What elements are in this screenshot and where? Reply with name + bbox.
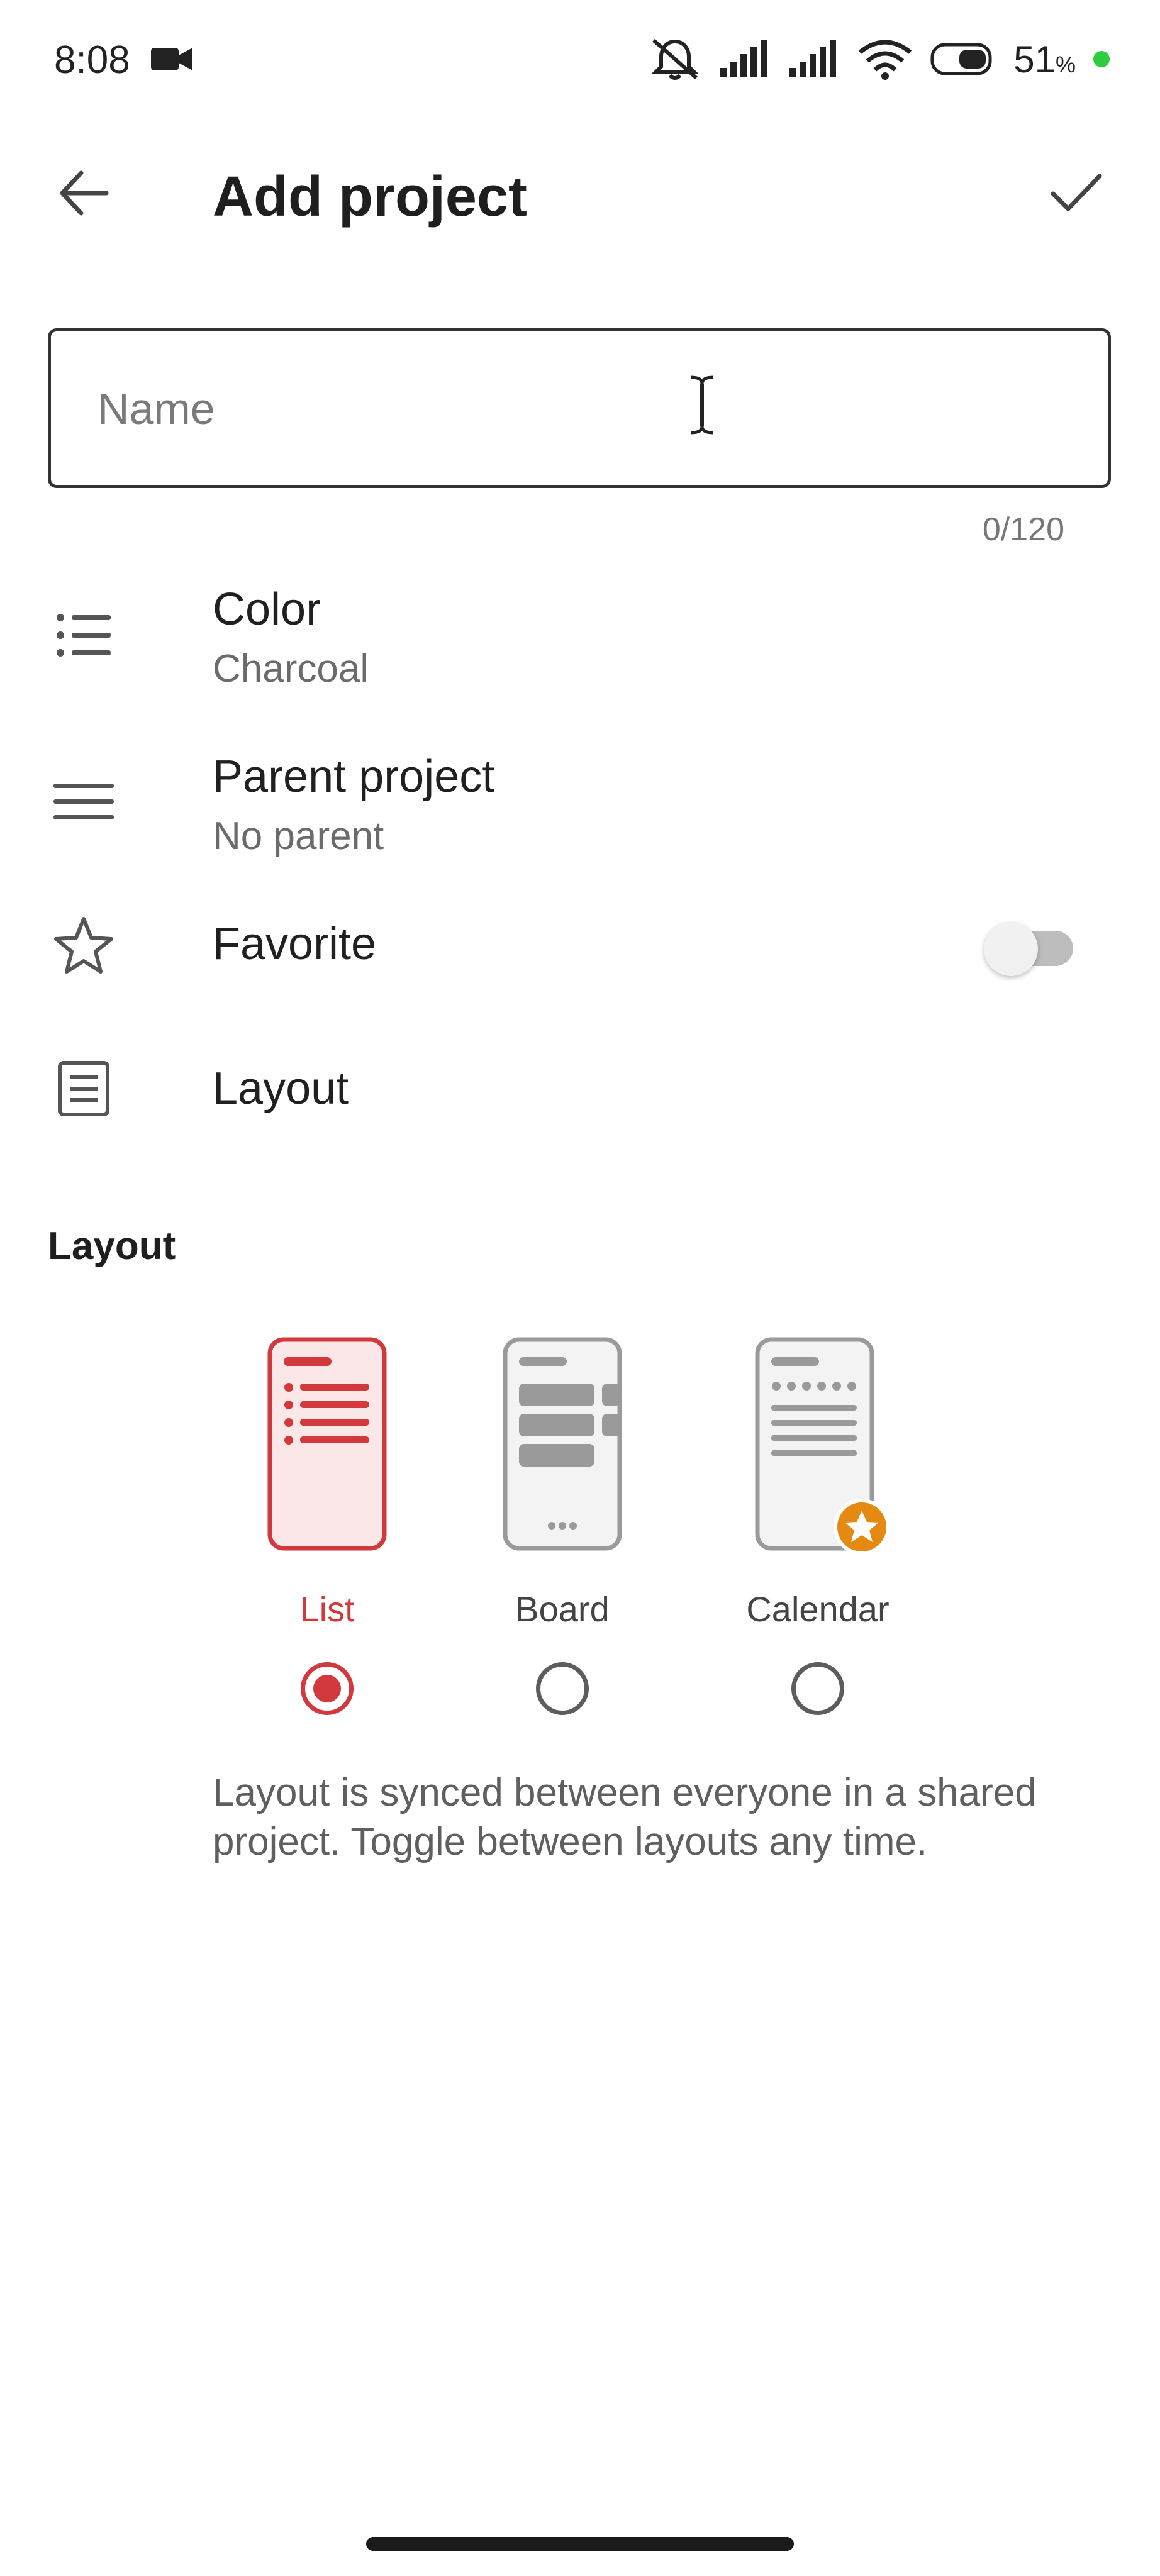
- layout-row[interactable]: [0, 1038, 1160, 1138]
- char-count: 0/120: [982, 511, 1064, 548]
- battery-icon: [930, 43, 992, 75]
- radio-calendar[interactable]: [791, 1662, 844, 1715]
- board-layout-icon: [503, 1337, 622, 1551]
- color-title: Color: [213, 584, 321, 635]
- status-time: 8:08: [54, 38, 130, 82]
- parent-project-row[interactable]: [0, 736, 1160, 874]
- layout-label-board: Board: [515, 1589, 610, 1629]
- bell-off-icon: [651, 38, 699, 80]
- radio-board[interactable]: [536, 1662, 589, 1715]
- layout-label-list: List: [299, 1589, 355, 1629]
- wifi-icon: [859, 40, 912, 80]
- favorite-toggle[interactable]: [984, 922, 1078, 976]
- favorite-title: Favorite: [213, 919, 377, 969]
- parent-project-value: No parent: [213, 814, 384, 858]
- battery-percent: 51%: [1013, 38, 1076, 80]
- check-icon: [1051, 174, 1102, 211]
- status-bar-right: 51%: [649, 36, 1110, 82]
- layout-description: Layout is synced between everyone in a s…: [213, 1771, 1037, 1863]
- layout-section-title: Layout: [48, 1224, 176, 1268]
- name-field[interactable]: [48, 328, 1111, 488]
- back-button[interactable]: [49, 158, 118, 228]
- color-value: Charcoal: [213, 647, 369, 691]
- parent-project-title: Parent project: [213, 752, 495, 802]
- list-layout-icon: [267, 1337, 387, 1551]
- toggle-thumb: [984, 922, 1038, 976]
- radio-list[interactable]: [301, 1662, 354, 1715]
- signal-icon: [720, 40, 767, 77]
- home-indicator[interactable]: [366, 2537, 794, 2551]
- name-input[interactable]: [96, 331, 1042, 486]
- layout-row-title: Layout: [213, 1063, 349, 1114]
- text-cursor-icon: [690, 375, 714, 435]
- charging-dot-icon: [1093, 51, 1110, 67]
- list-icon: [49, 601, 118, 670]
- page-title: Add project: [213, 165, 528, 228]
- color-row[interactable]: [0, 566, 1160, 704]
- layout-label-calendar: Calendar: [746, 1589, 890, 1629]
- document-icon: [49, 1054, 118, 1123]
- layout-option-list[interactable]: List: [239, 1337, 415, 1715]
- calendar-layout-icon: [755, 1337, 890, 1551]
- layout-option-board[interactable]: Board: [474, 1337, 650, 1715]
- confirm-button[interactable]: [1042, 158, 1111, 228]
- arrow-left-icon: [60, 170, 109, 216]
- star-outline-icon: [49, 911, 118, 980]
- video-camera-icon: [151, 48, 192, 70]
- layout-option-calendar[interactable]: Calendar: [717, 1337, 918, 1715]
- signal-icon: [789, 40, 837, 77]
- menu-lines-icon: [49, 767, 118, 836]
